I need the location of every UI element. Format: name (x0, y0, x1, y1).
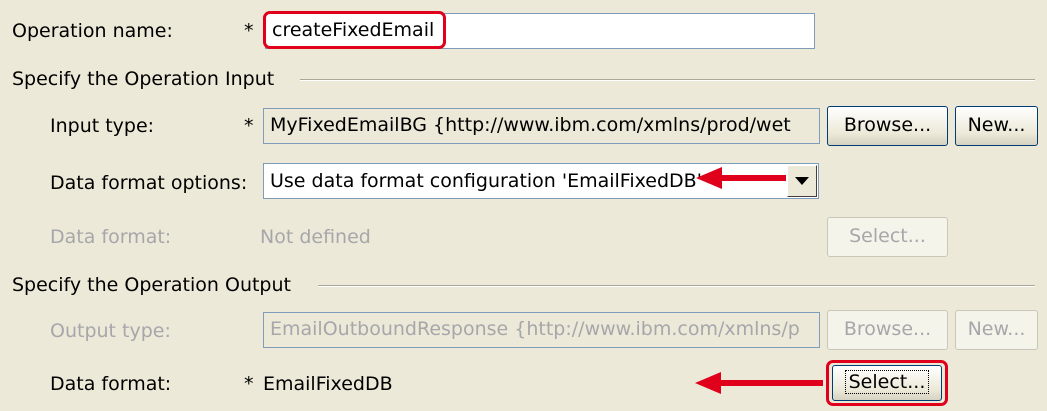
input-data-format-value: Not defined (260, 226, 371, 248)
output-select-highlight (826, 360, 948, 406)
output-type-label: Output type: (50, 320, 171, 342)
output-type-field: EmailOutboundResponse {http://www.ibm.co… (263, 312, 820, 348)
input-section-separator (300, 79, 1035, 81)
input-data-format-label: Data format: (50, 226, 172, 248)
output-data-format-required-mark: * (244, 373, 254, 395)
dropdown-arrow-icon[interactable] (787, 165, 817, 197)
operation-name-label: Operation name: (12, 20, 173, 42)
arrow-left-icon (696, 167, 786, 189)
output-section-heading: Specify the Operation Output (12, 274, 291, 296)
input-select-button: Select... (827, 217, 948, 257)
output-data-format-label: Data format: (50, 373, 172, 395)
output-new-button: New... (955, 310, 1038, 350)
operation-name-highlight (263, 11, 446, 49)
arrow-left-icon (695, 372, 823, 394)
input-type-label: Input type: (50, 115, 155, 137)
output-browse-button: Browse... (827, 310, 948, 350)
data-format-options-value: Use data format configuration 'EmailFixe… (270, 170, 702, 192)
output-data-format-value: EmailFixedDB (263, 373, 393, 395)
input-type-field[interactable]: MyFixedEmailBG {http://www.ibm.com/xmlns… (263, 108, 820, 144)
input-type-value: MyFixedEmailBG {http://www.ibm.com/xmlns… (270, 114, 791, 136)
output-section-separator (318, 285, 1035, 287)
input-browse-button[interactable]: Browse... (827, 106, 948, 146)
output-type-value: EmailOutboundResponse {http://www.ibm.co… (270, 318, 800, 340)
input-type-required-mark: * (244, 115, 254, 137)
data-format-options-label: Data format options: (50, 172, 248, 194)
operation-name-required-mark: * (244, 20, 254, 42)
input-new-button[interactable]: New... (955, 106, 1038, 146)
input-section-heading: Specify the Operation Input (12, 68, 275, 90)
